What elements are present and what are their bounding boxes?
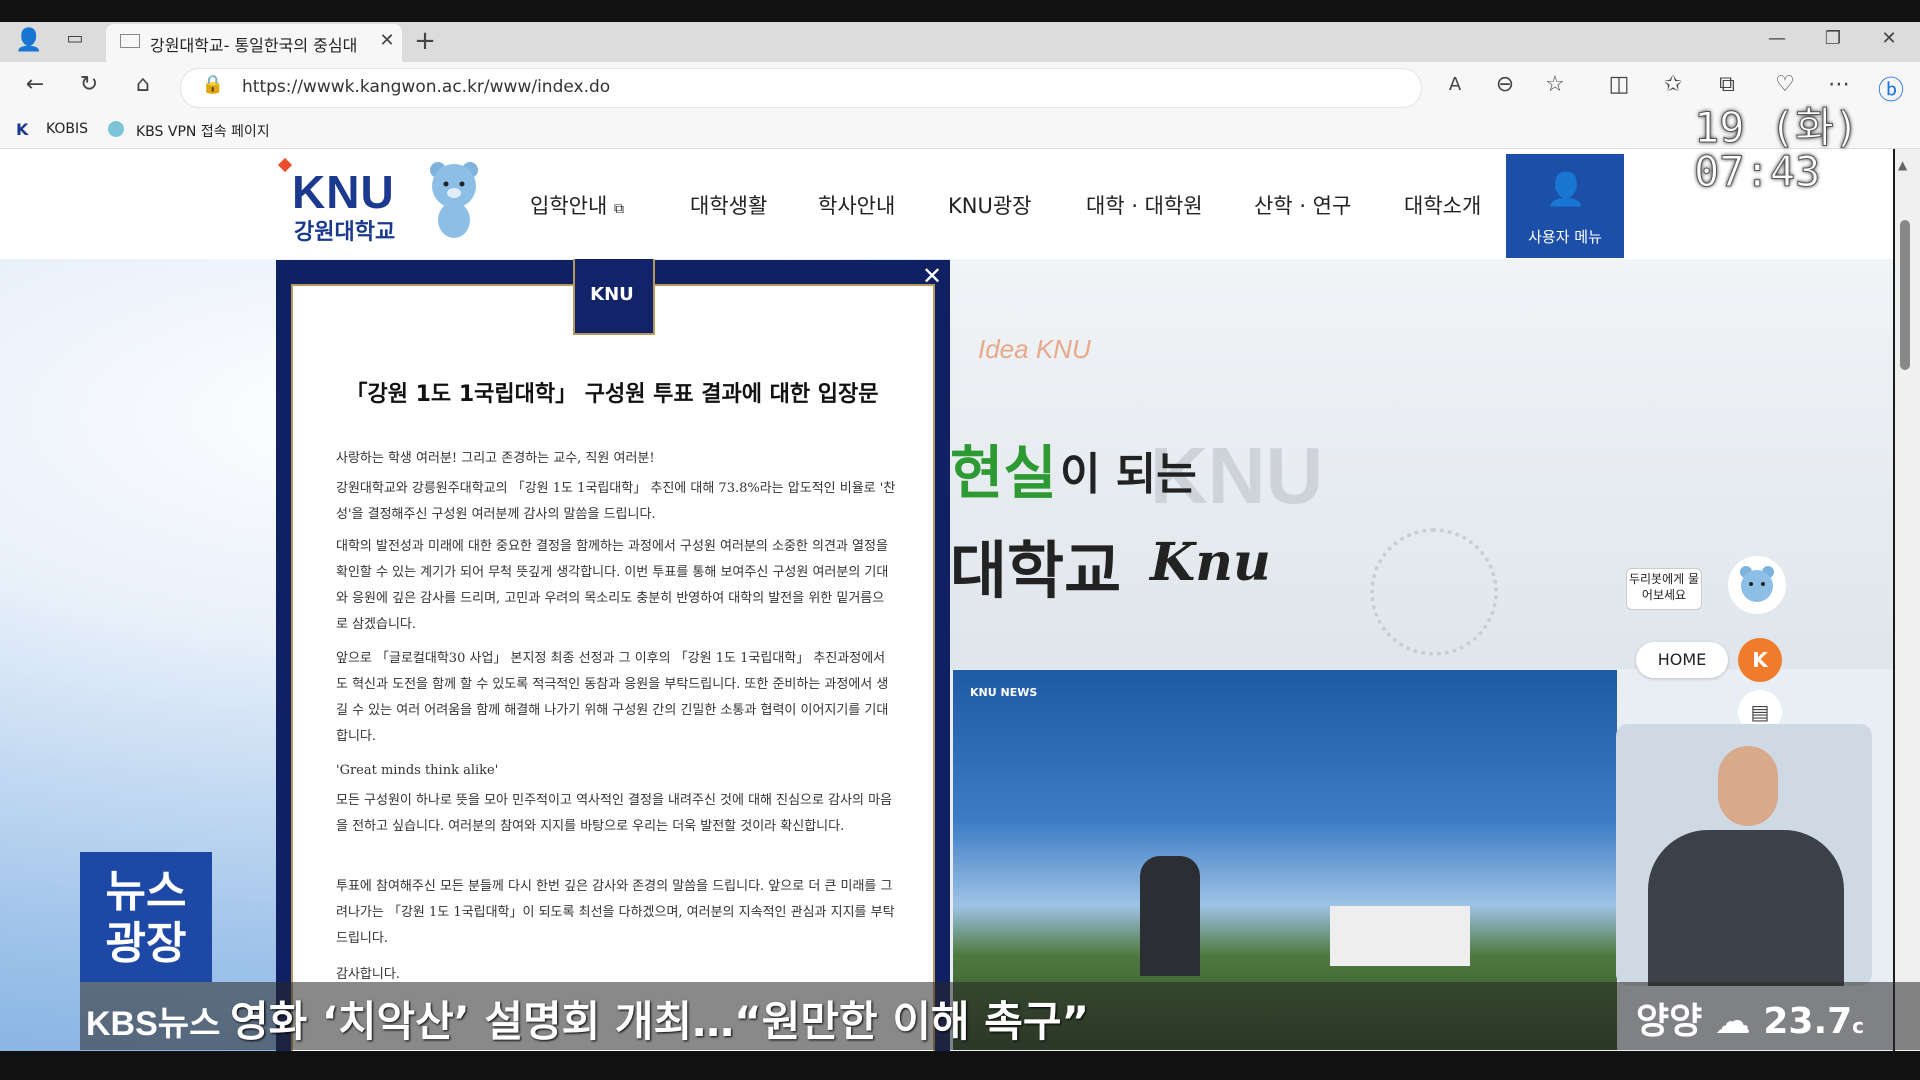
program-logo: 뉴스 광장 [80,852,212,982]
site-logo-sub[interactable]: 강원대학교 [294,214,395,246]
refresh-icon[interactable]: ↻ [74,72,104,97]
nav-about[interactable]: 대학소개 [1404,190,1481,220]
weather-unit: c [1852,1014,1865,1038]
campus-building-graphic [1330,906,1470,966]
notice-title: 「강원 1도 1국립대학」 구성원 투표 결과에 대한 입장문 [345,382,879,407]
zoom-out-icon[interactable]: ⊖ [1490,72,1520,97]
extensions-icon[interactable]: ♡ [1770,72,1800,97]
home-icon[interactable]: ⌂ [128,72,158,97]
chatbot-bear-icon[interactable] [1728,556,1786,614]
ticker-headline: 영화 ‘치악산’ 설명회 개최…“원만한 이해 촉구” [230,997,1090,1046]
read-aloud-icon[interactable]: A [1440,74,1470,95]
favorites-icon[interactable]: ✩ [1658,72,1688,97]
nav-colleges[interactable]: 대학 · 대학원 [1086,190,1203,220]
slogan-university-text: 대학교 [950,534,1122,607]
nav-knu-plaza[interactable]: KNU광장 [948,190,1032,220]
url-text[interactable]: https://wwwk.kangwon.ac.kr/www/index.do [242,77,610,97]
back-icon[interactable]: ← [20,72,50,97]
notice-paragraph: 강원대학교와 강릉원주대학교의 「강원 1도 1국립대학」 추진에 대해 73.… [336,481,896,522]
new-tab-icon[interactable]: + [410,26,440,56]
site-logo[interactable]: KNU [292,165,395,219]
tab-title: 강원대학교- 통일한국의 중심대 [150,36,358,55]
close-tab-icon[interactable]: ✕ [372,30,402,51]
nav-campus-life[interactable]: 대학생활 [690,190,767,220]
window-close-icon[interactable]: ✕ [1874,28,1904,49]
site-favicon-icon [120,34,140,48]
nav-admissions-label: 입학안내 [530,194,608,218]
split-screen-icon[interactable]: ◫ [1604,72,1634,97]
notice-paragraph: 모든 구성원이 하나로 뜻을 모아 민주적이고 역사적인 결정을 내려주신 것에… [336,793,893,834]
slogan-english: Idea KNU [978,334,1091,364]
statue-graphic [1140,856,1200,976]
slogan-knu-script: Knu [1150,532,1271,593]
minimize-icon[interactable]: — [1762,28,1792,49]
notice-emblem-text: KNU [590,284,634,305]
mascot-bear-icon [430,162,478,238]
slogan-green-text: 현실 [950,439,1057,507]
broadcast-date: 19 (화) 07:43 [1693,103,1860,196]
user-add-icon: 👤 [1546,170,1586,208]
top-frame [0,0,1920,22]
notice-paragraph: 대학의 발전성과 미래에 대한 중요한 결정을 함께하는 과정에서 구성원 여러… [336,539,889,632]
scroll-up-icon[interactable]: ▲ [1898,158,1907,172]
globe-icon [108,121,124,137]
external-link-icon: ⧉ [613,201,624,217]
chatbot-bubble[interactable]: 두리봇에게 물어보세요 [1626,568,1702,610]
weather-temp: 23.7 [1763,1001,1853,1042]
favorite-star-icon[interactable]: ☆ [1540,72,1570,97]
nav-admissions[interactable]: 입학안내 ⧉ [530,190,624,220]
notice-paragraph: 앞으로 「글로컬대학30 사업」 본지정 최종 선정과 그 이후의 「강원 1도… [336,651,889,744]
home-label[interactable]: HOME [1636,642,1728,678]
home-k-icon[interactable]: K [1738,638,1782,682]
weather-cloud-icon: ☁ [1714,1001,1751,1042]
notice-paragraph: 'Great minds think alike' [336,763,499,778]
collections-icon[interactable]: ⧉ [1712,72,1742,97]
decorative-sunburst-icon [1370,528,1498,656]
lock-icon[interactable]: 🔒 [198,74,228,95]
favorite-kbs-vpn[interactable]: KBS VPN 접속 페이지 [136,121,270,141]
profile-icon[interactable]: 👤 [14,28,44,53]
bing-copilot-icon[interactable]: ⓑ [1876,70,1906,107]
ticker-brand: KBS뉴스 [86,1005,221,1043]
popup-close-icon[interactable]: ✕ [920,264,944,288]
broadcast-date-text: 19 (화) [1693,103,1860,152]
weather-widget: 양양 ☁ 23.7c [1636,992,1864,1044]
notice-paragraph: 사랑하는 학생 여러분! 그리고 존경하는 교수, 직원 여러분! [336,451,655,466]
slogan-dark-text: 이 되는 [1060,449,1197,500]
restore-icon[interactable]: ❐ [1818,28,1848,49]
nav-academics[interactable]: 학사안내 [818,190,895,220]
broadcast-time-text: 07:43 [1693,147,1821,196]
favorite-kobis[interactable]: KOBIS [46,121,88,137]
signer-body [1648,830,1844,986]
signer-head [1718,746,1778,826]
kobis-icon: K [16,120,29,139]
nav-research[interactable]: 산학 · 연구 [1254,190,1351,220]
more-menu-icon[interactable]: ⋯ [1824,72,1854,97]
favorites-bar [0,112,1920,149]
weather-city: 양양 [1636,1001,1703,1042]
tab-actions-icon[interactable]: ▭ [60,28,90,49]
news-image-logo: KNU NEWS [970,686,1038,699]
scroll-thumb[interactable] [1900,220,1910,370]
user-menu-label: 사용자 메뉴 [1528,228,1602,246]
notice-paragraph: 투표에 참여해주신 모든 분들께 다시 한번 깊은 감사와 존경의 말씀을 드립… [336,879,895,946]
bottom-frame [0,1051,1920,1080]
